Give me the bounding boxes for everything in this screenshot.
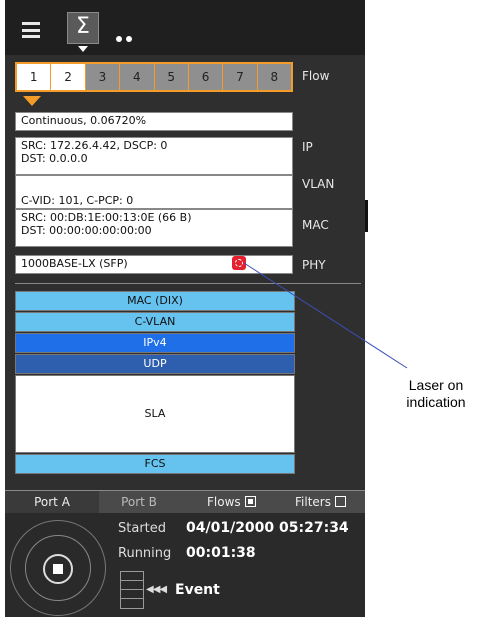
callout-line-2: indication [406, 394, 466, 410]
laser-callout: Laser on indication [392, 377, 480, 411]
callout-line [243, 262, 408, 369]
callout-line-1: Laser on [408, 377, 464, 393]
